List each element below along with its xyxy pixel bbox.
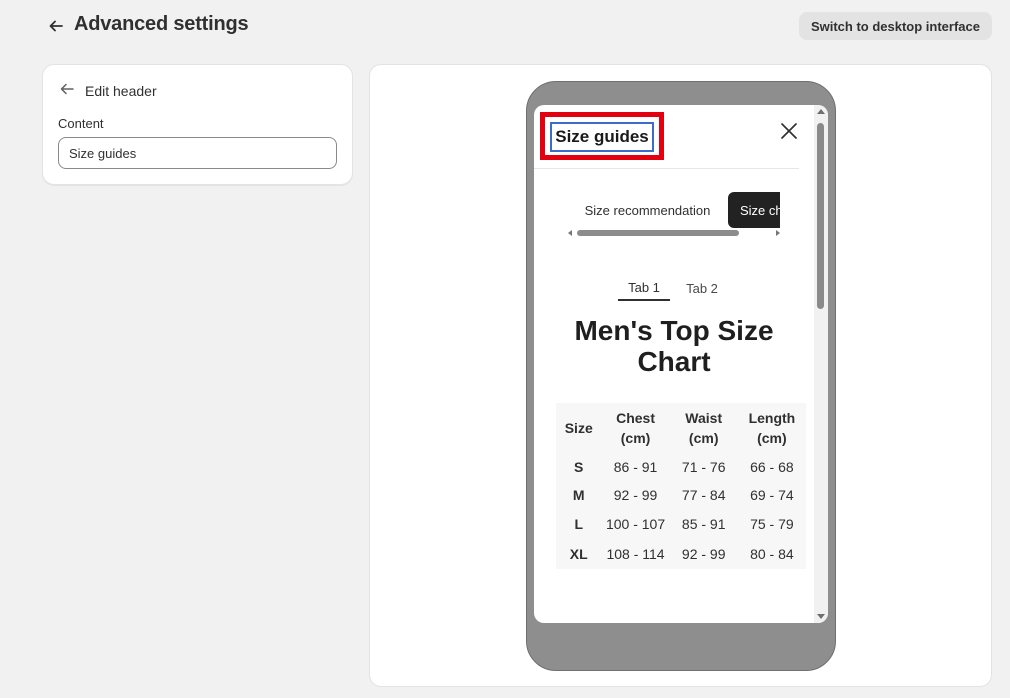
table-row: L 100 - 107 85 - 91 75 - 79	[556, 509, 806, 539]
table-cell: 100 - 107	[605, 516, 666, 532]
content-label: Content	[58, 116, 104, 131]
subtab-tab-1[interactable]: Tab 1	[618, 275, 670, 301]
edit-header-back-link[interactable]: Edit header	[59, 81, 157, 101]
table-header-row: Size Chest (cm) Waist (cm) Length (cm)	[556, 403, 806, 453]
table-cell: M	[572, 487, 585, 503]
preview-card: Size guides Size recommendation Size cha…	[369, 64, 992, 687]
table-cell: 71 - 76	[681, 459, 726, 475]
tab-strip: Size recommendation Size chart	[570, 192, 780, 228]
divider	[534, 168, 799, 169]
table-cell: 86 - 91	[613, 459, 658, 475]
edit-header-label: Edit header	[85, 83, 157, 99]
column-header: Chest (cm)	[616, 410, 655, 446]
table-row: M 92 - 99 77 - 84 69 - 74	[556, 481, 806, 509]
back-arrow-icon[interactable]	[46, 16, 66, 36]
content-input[interactable]	[58, 137, 337, 169]
phone-screen: Size guides Size recommendation Size cha…	[534, 105, 828, 623]
table-cell: 108 - 114	[606, 546, 665, 562]
close-icon[interactable]	[778, 120, 800, 142]
top-bar: Advanced settings Switch to desktop inte…	[0, 0, 1010, 56]
size-chart-title: Men's Top Size Chart	[574, 315, 774, 377]
scroll-up-arrow-icon[interactable]	[817, 109, 825, 114]
horizontal-scrollbar[interactable]	[568, 229, 780, 239]
page-title: Advanced settings	[74, 13, 249, 35]
arrow-left-icon	[59, 81, 75, 102]
column-header: Size	[564, 420, 593, 436]
scroll-down-arrow-icon[interactable]	[817, 614, 825, 619]
table-cell: 80 - 84	[750, 546, 794, 562]
switch-to-desktop-button[interactable]: Switch to desktop interface	[798, 12, 992, 40]
size-table: Size Chest (cm) Waist (cm) Length (cm) S…	[556, 403, 806, 569]
table-row: S 86 - 91 71 - 76 66 - 68	[556, 453, 806, 481]
tab-size-chart[interactable]: Size chart	[728, 192, 780, 228]
table-cell: 75 - 79	[750, 516, 794, 532]
table-cell: S	[574, 459, 584, 475]
table-cell: 69 - 74	[750, 487, 794, 503]
table-cell: 77 - 84	[681, 487, 726, 503]
column-header: Waist (cm)	[685, 410, 723, 446]
table-cell: XL	[569, 546, 588, 562]
table-row: XL 108 - 114 92 - 99 80 - 84	[556, 539, 806, 569]
vertical-scroll-thumb[interactable]	[817, 123, 824, 309]
table-cell: 92 - 99	[613, 487, 658, 503]
tab-size-recommendation[interactable]: Size recommendation	[570, 192, 725, 228]
modal-title[interactable]: Size guides	[550, 122, 654, 152]
table-cell: 66 - 68	[750, 459, 794, 475]
horizontal-scroll-thumb[interactable]	[577, 230, 739, 236]
subtab-tab-2[interactable]: Tab 2	[676, 275, 728, 301]
table-cell: 92 - 99	[681, 546, 726, 562]
highlight-box: Size guides	[540, 112, 664, 160]
column-header: Length (cm)	[748, 410, 796, 446]
size-guide-modal: Size guides Size recommendation Size cha…	[534, 105, 814, 623]
table-cell: 85 - 91	[681, 516, 726, 532]
phone-frame: Size guides Size recommendation Size cha…	[526, 81, 836, 671]
scroll-left-arrow-icon[interactable]	[568, 230, 572, 236]
scroll-right-arrow-icon[interactable]	[776, 230, 780, 236]
editor-card: Edit header Content	[42, 64, 353, 185]
vertical-scrollbar[interactable]	[814, 105, 828, 623]
table-cell: L	[574, 516, 583, 532]
